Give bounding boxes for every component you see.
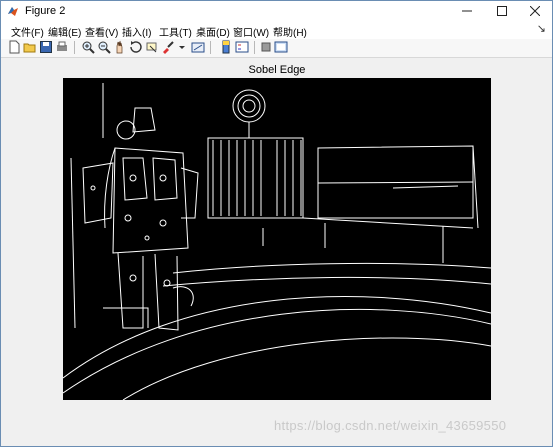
data-cursor-icon[interactable] — [145, 40, 159, 54]
hide-plot-tools-icon[interactable] — [259, 40, 273, 54]
colorbar-icon[interactable] — [219, 40, 233, 54]
show-plot-tools-icon[interactable] — [274, 40, 288, 54]
toolbar-separator — [254, 41, 255, 54]
window-title: Figure 2 — [25, 5, 66, 17]
legend-icon[interactable] — [235, 40, 249, 54]
menu-help[interactable]: 帮助(H) — [273, 24, 307, 39]
menu-edit[interactable]: 编辑(E) — [48, 24, 81, 39]
maximize-button[interactable] — [485, 1, 519, 21]
matlab-logo-icon — [8, 7, 18, 16]
image-axes — [62, 78, 492, 401]
figure-toolbar — [1, 39, 552, 58]
brush-dropdown-icon[interactable] — [175, 40, 189, 54]
watermark-url: https://blog.csdn.net/weixin_43659550 — [274, 418, 507, 433]
save-icon[interactable] — [39, 40, 53, 54]
axes-title: Sobel Edge — [248, 64, 306, 76]
menu-window[interactable]: 窗口(W) — [233, 24, 269, 39]
brush-icon[interactable] — [161, 40, 175, 54]
pan-icon[interactable] — [113, 40, 127, 54]
title-bar: Figure 2 — [1, 1, 552, 21]
link-plot-icon[interactable] — [191, 40, 205, 54]
toolbar-separator — [74, 41, 75, 54]
menu-insert[interactable]: 插入(I) — [122, 24, 151, 39]
menu-bar: 文件(F) 编辑(E) 查看(V) 插入(I) 工具(T) 桌面(D) 窗口(W… — [1, 21, 552, 39]
figure-window: Figure 2 文件(F) 编辑(E) 查看(V) 插入(I) 工具(T) 桌… — [0, 0, 553, 447]
zoom-out-icon[interactable] — [97, 40, 111, 54]
menu-file[interactable]: 文件(F) — [11, 24, 44, 39]
minimize-icon — [462, 10, 472, 12]
close-icon — [530, 6, 540, 16]
new-figure-icon[interactable] — [7, 40, 21, 54]
sobel-edge-image — [62, 78, 492, 401]
menu-tools[interactable]: 工具(T) — [159, 24, 192, 39]
print-icon[interactable] — [55, 40, 69, 54]
close-button[interactable] — [518, 1, 552, 21]
maximize-icon — [497, 6, 507, 16]
menu-desktop[interactable]: 桌面(D) — [196, 24, 230, 39]
dock-arrow-icon[interactable]: ↘ — [537, 22, 546, 35]
toolbar-separator — [210, 41, 211, 54]
zoom-in-icon[interactable] — [81, 40, 95, 54]
open-file-icon[interactable] — [23, 40, 37, 54]
rotate-3d-icon[interactable] — [129, 40, 143, 54]
minimize-button[interactable] — [450, 1, 484, 21]
menu-view[interactable]: 查看(V) — [85, 24, 118, 39]
